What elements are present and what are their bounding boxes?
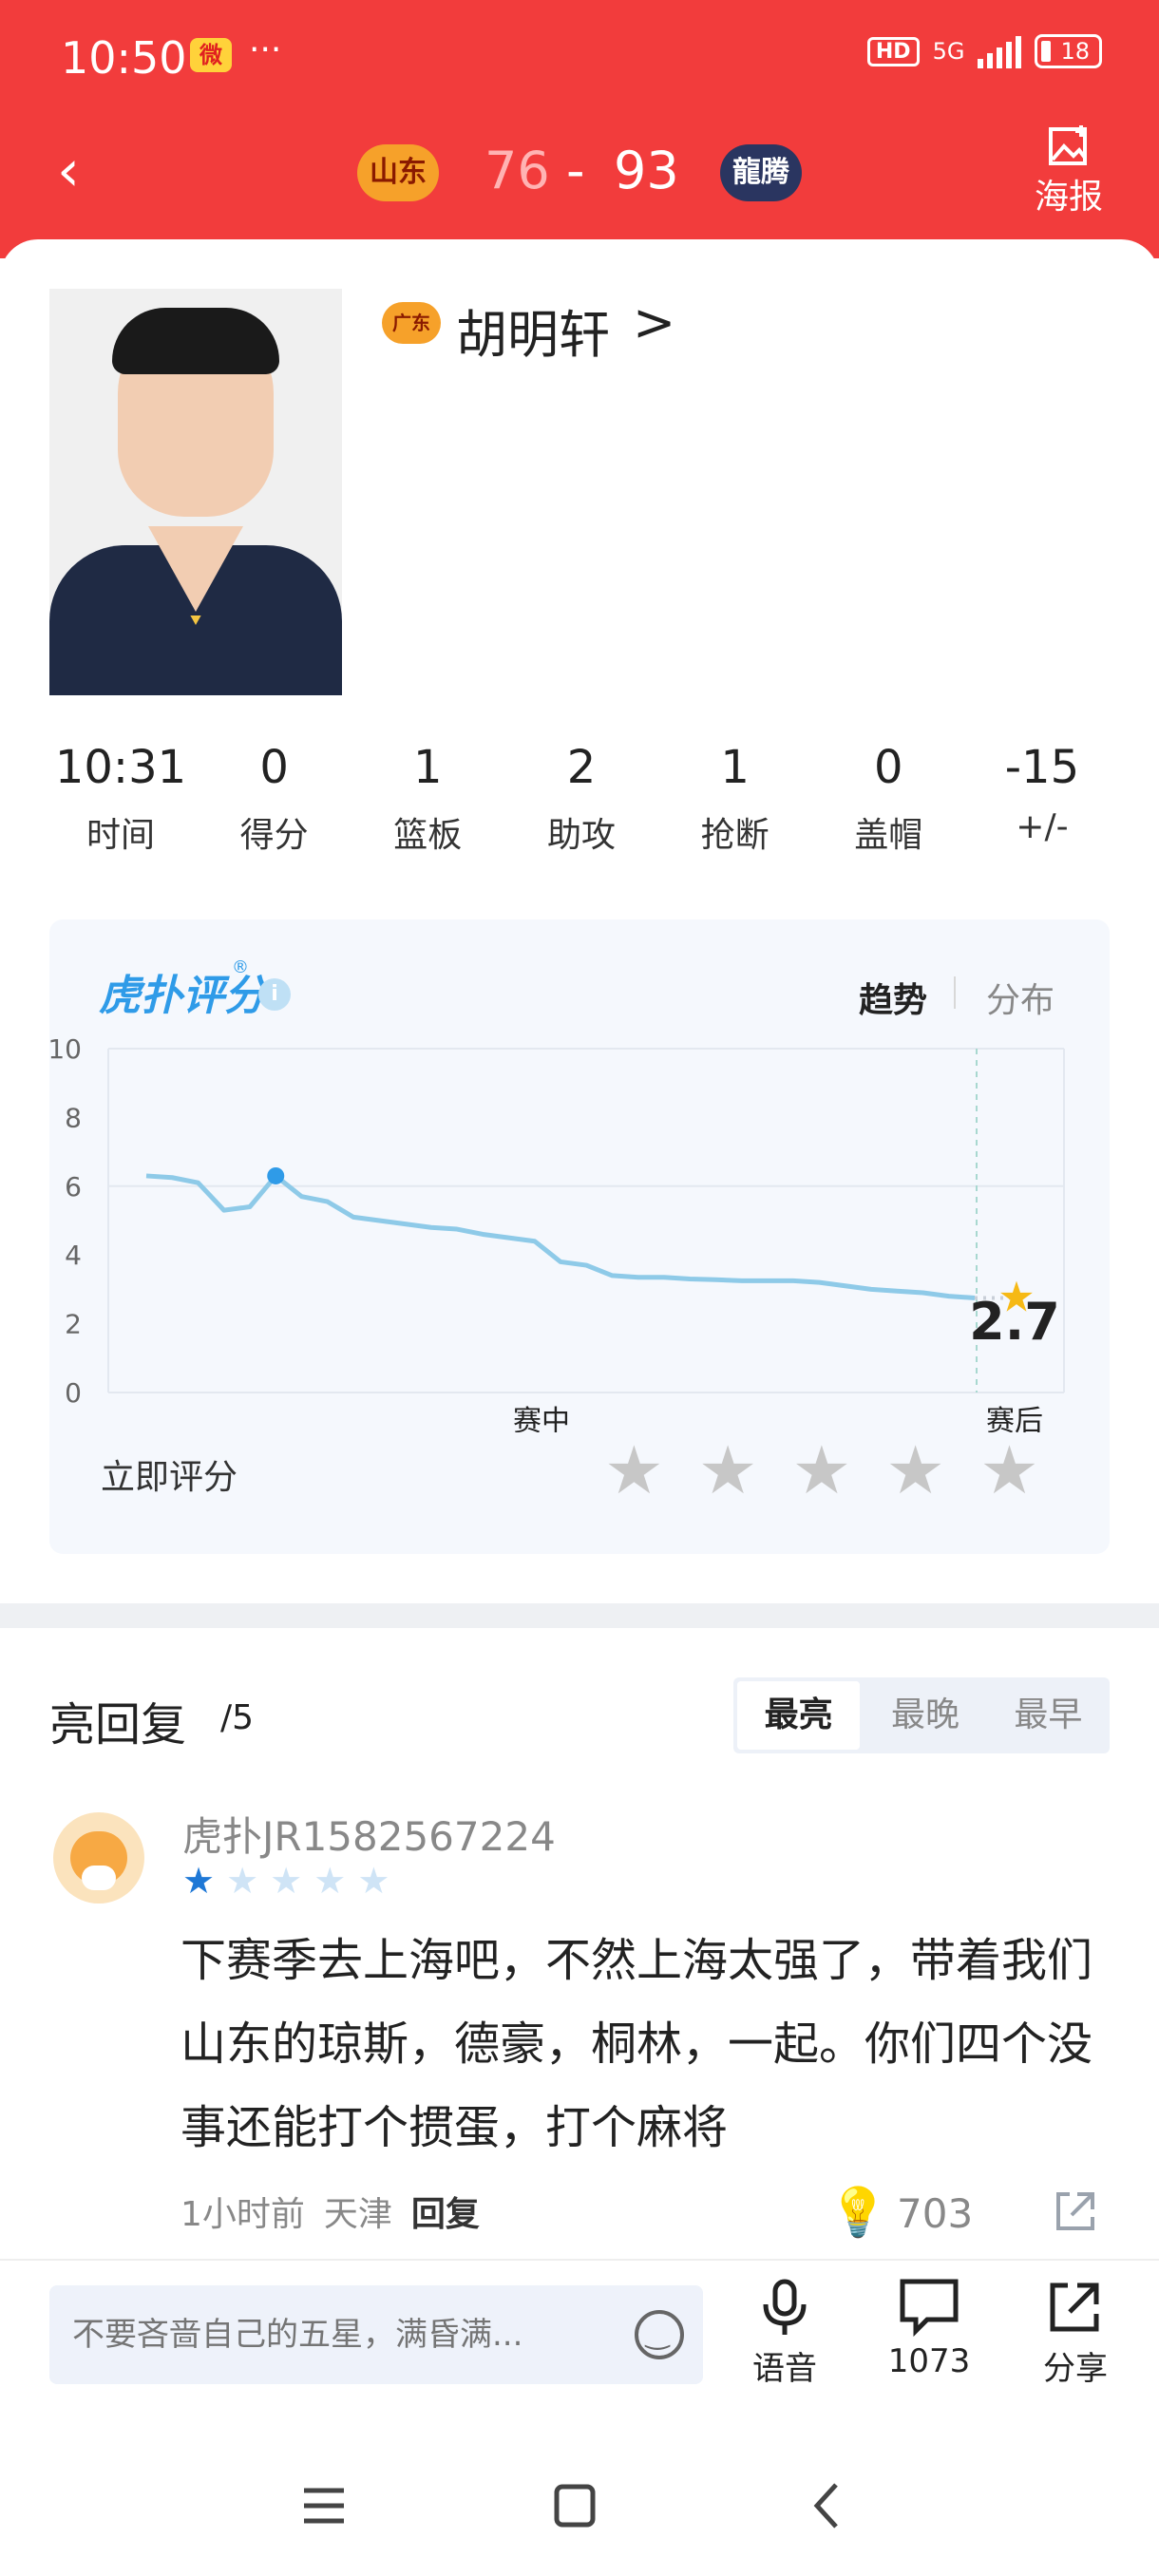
menu-icon[interactable] [291,2477,357,2534]
y-tick-label: 0 [65,1377,82,1409]
stat-minutes: 10:31 时间 [54,741,187,855]
comment-star-1: ★ [182,1860,216,1902]
rate-star-5[interactable]: ★ [979,1432,1039,1508]
home-team-logo[interactable]: 山东 [357,144,439,201]
rate-now-label: 立即评分 [101,1458,238,1497]
rate-star-4[interactable]: ★ [885,1432,945,1508]
section-divider [0,1603,1159,1628]
y-tick-label: 2 [65,1309,82,1340]
x-tick-label: 赛后 [986,1405,1043,1432]
share-button[interactable]: 分享 [1018,2278,1132,2389]
comment-bubble-icon [900,2279,959,2337]
share-icon [1050,2282,1099,2332]
stat-assists: 2 助攻 [546,741,616,855]
poster-icon [1049,125,1087,165]
battery-icon: 18 [1035,34,1102,68]
signal-icon [978,34,1022,68]
avatar[interactable] [53,1812,144,1904]
poster-label: 海报 [1034,178,1103,217]
status-indicators: HD 5G 18 [866,34,1102,68]
hd-icon: HD [866,36,920,66]
lightbulb-like-icon[interactable]: 💡 [828,2185,887,2241]
comment-input[interactable] [72,2310,623,2359]
voice-button[interactable]: 语音 [728,2278,842,2389]
comments-button[interactable]: 1073 [872,2278,986,2380]
comments-count: 1073 [887,2342,971,2380]
sort-tab-latest[interactable]: 最晚 [864,1677,986,1753]
y-tick-label: 4 [65,1240,82,1271]
reply-sort-tabs: 最亮 最晚 最早 [733,1677,1110,1753]
player-team-logo: 广东 [382,302,441,344]
comment-text: 下赛季去上海吧，不然上海太强了，带着我们山东的琼斯，德豪，桐林，一起。你们四个没… [180,1934,1093,2154]
final-rating-value: 2.7 [969,1292,1060,1352]
sort-tab-earliest[interactable]: 最早 [987,1677,1110,1753]
back-button[interactable]: ‹ [57,142,80,199]
stat-steals: 1 抢断 [700,741,770,855]
comment-time: 1小时前 [180,2195,305,2234]
comment-star-2: ★ [226,1860,259,1902]
score-separator: - [566,141,585,200]
network-label: 5G [932,38,965,65]
bottom-action-bar: 语音 1073 分享 [0,2259,1159,2411]
comment-reply-button[interactable]: 回复 [411,2195,480,2234]
player-stats-row: 10:31 时间 0 得分 1 篮板 2 助攻 1 抢断 0 盖帽 -15 +/- [49,741,1113,857]
stat-rebounds: 1 篮板 [393,741,463,855]
y-tick-label: 6 [65,1171,82,1203]
comment-username[interactable]: 虎扑JR1582567224 [182,1805,556,1863]
status-more-dots: ··· [249,30,282,69]
home-square-icon[interactable] [542,2477,608,2534]
away-team-logo[interactable]: 龍腾 [720,144,802,201]
away-score: 93 [614,141,679,200]
emoji-icon[interactable] [635,2310,684,2359]
comment-meta: 1小时前 天津 回复 [180,2187,480,2236]
share-label: 分享 [1043,2350,1108,2388]
chevron-right-icon[interactable]: > [633,293,675,352]
rating-series-line [145,1173,976,1300]
rate-star-3[interactable]: ★ [792,1432,852,1508]
player-photo [49,289,342,695]
comment-star-4: ★ [314,1860,347,1902]
rating-panel: 虎扑评分 ® i 趋势 分布 10 8 6 4 2 0 ★ 2.7 赛中 赛后 立即评分 ★ ★ … [49,919,1110,1554]
comment-star-3: ★ [270,1860,303,1902]
weibo-icon: 微 [190,38,232,72]
poster-button[interactable]: 海报 [1026,122,1112,218]
stat-points: 0 得分 [239,741,309,855]
microphone-icon [763,2279,807,2335]
top-header: 10:50 微 ··· HD 5G 18 ‹ 山东 76 - 93 龍腾 海报 [0,0,1159,258]
rate-star-1[interactable]: ★ [604,1432,664,1508]
comment-input-box[interactable] [49,2285,703,2384]
y-tick-label: 10 [49,1033,82,1065]
player-name[interactable]: 胡明轩 [456,293,610,368]
stat-blocks: 0 盖帽 [854,741,923,855]
status-time: 10:50 [61,32,187,84]
comment-location: 天津 [323,2195,392,2234]
player-card: 广东 胡明轩 > 10:31 时间 0 得分 1 篮板 2 助攻 1 抢断 0 盖帽 -15… [0,239,1159,1598]
rating-point [267,1166,285,1184]
replies-count: /5 [220,1698,255,1737]
like-count: 703 [897,2190,974,2237]
share-icon[interactable] [1051,2187,1100,2236]
comment-star-5: ★ [357,1860,390,1902]
sort-tab-brightest[interactable]: 最亮 [737,1681,861,1750]
rate-star-2[interactable]: ★ [698,1432,758,1508]
rating-trend-chart: 1086420★2.7赛中 赛后 [49,1033,1065,1432]
comment-rating-stars: ★ ★ ★ ★ ★ [182,1862,390,1900]
stat-plus-minus: -15 +/- [1004,741,1080,846]
rating-stars-input: ★ ★ ★ ★ ★ [604,1432,1039,1508]
y-tick-label: 8 [65,1102,82,1133]
replies-title: 亮回复 [49,1698,187,1752]
system-nav-bar [0,2432,1159,2576]
nav-back-icon[interactable] [794,2477,861,2534]
x-tick-label: 赛中 [513,1405,570,1432]
voice-label: 语音 [752,2350,817,2388]
home-score: 76 [484,141,550,200]
